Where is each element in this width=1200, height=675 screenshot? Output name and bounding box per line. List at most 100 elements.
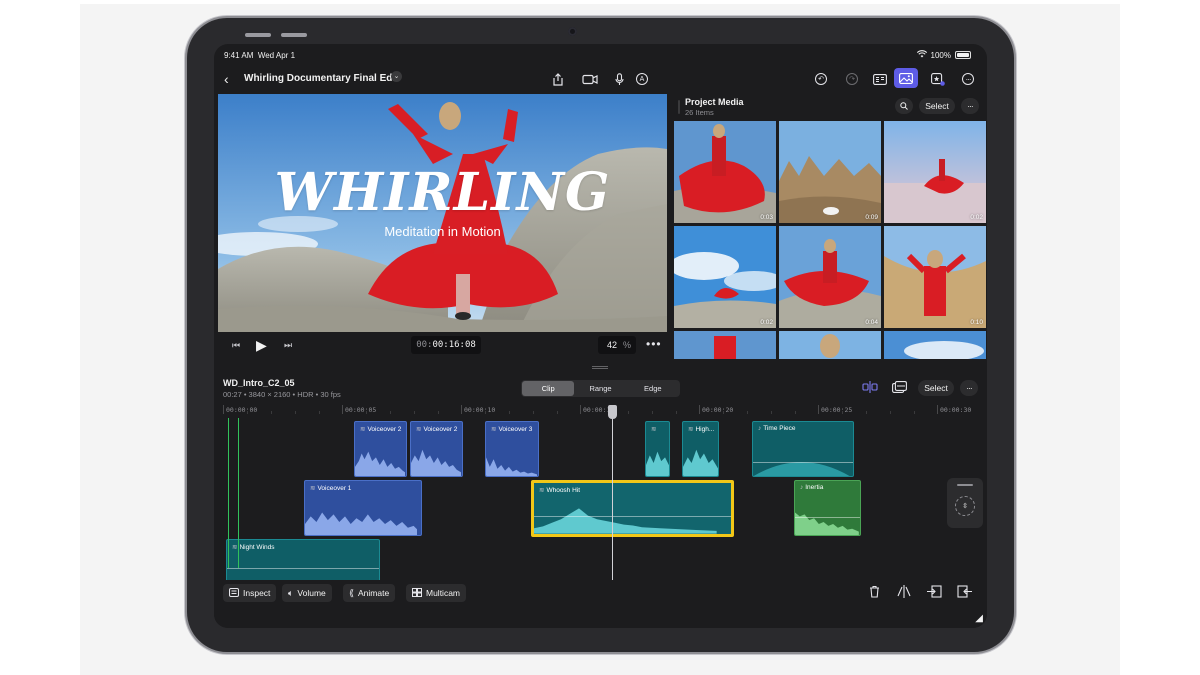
screen: 9:41 AM Wed Apr 1 100% ‹ Whirling Docume… [214,44,987,628]
timeline-select-button[interactable]: Select [918,380,954,396]
browser-select-button[interactable]: Select [919,98,955,114]
trash-icon[interactable] [869,585,880,601]
selected-clip-metadata: 00:27 • 3840 × 2160 • HDR • 30 fps [223,390,341,399]
thumbnail[interactable]: 0:10 [884,226,986,328]
animate-button[interactable]: ⟪ Animate [343,584,396,602]
inspector-icon[interactable] [871,70,889,88]
mode-range[interactable]: Range [574,381,626,396]
status-bar: 9:41 AM Wed Apr 1 100% [214,44,987,64]
waveform-icon: ≋ [539,487,545,494]
timeline-tracks[interactable]: ≋ Voiceover 2 ≋ Voiceover 2 ≋ Voiceover 3 ≋… [223,418,987,580]
timecode-display[interactable]: 00:00:16:08 [411,336,481,354]
mode-clip[interactable]: Clip [522,381,575,396]
thumbnail[interactable] [779,331,881,359]
jog-wheel[interactable]: ⇳ [947,478,983,528]
zoom-level[interactable]: 42% [598,336,636,354]
play-icon[interactable]: ▶ [256,337,267,354]
microphone-icon[interactable] [610,70,628,88]
status-time: 9:41 AM Wed Apr 1 [224,51,296,60]
camera-icon[interactable] [581,70,599,88]
waveform-icon: ≋ [416,426,422,433]
thumbnail[interactable]: 0:02 [884,121,986,223]
redo-icon[interactable]: ↷ [843,70,861,88]
playhead-handle[interactable] [608,405,617,419]
ruler-label: 00:00:20 [702,406,734,414]
title-card-subtitle: Meditation in Motion [384,224,501,239]
audio-clip[interactable]: ♪ Inertia [794,480,861,536]
audio-clip[interactable]: ♪ Time Piece [752,421,854,477]
thumbnail[interactable]: 0:02 [674,226,776,328]
media-browser: Project Media 26 Items Select ··· 0:03 0… [670,94,987,359]
inspect-icon [229,587,239,599]
search-icon[interactable] [895,98,913,114]
ruler-label: 00:00:00 [226,406,258,414]
resize-corner-icon: ◢ [975,613,983,624]
thumbnail[interactable]: 0:03 [674,121,776,223]
audio-clip-selected[interactable]: ≋ Whoosh Hit [531,480,734,537]
battery-percent: 100% [930,50,951,60]
more-icon[interactable]: ··· [959,70,977,88]
skip-forward-icon[interactable]: ⏭ [284,340,292,351]
title-card-text: WHIRLING [274,162,611,223]
animate-icon: ⟪ [349,587,355,598]
browser-handle [678,100,680,114]
status-right: 100% [916,50,971,60]
video-viewer[interactable]: WHIRLING Meditation in Motion [218,94,667,332]
thumbnail[interactable]: 0:04 [779,226,881,328]
ruler-label: 00:00:30 [940,406,972,414]
undo-icon[interactable]: ↶ [812,70,830,88]
audio-clip[interactable]: ≋ Voiceover 1 [304,480,422,536]
waveform-icon: ≋ [688,426,694,433]
split-clip-icon[interactable] [897,585,911,601]
edit-mode-control: Clip Range Edge [521,380,680,397]
volume-button-control[interactable]: 🔈︎ Volume [282,584,332,602]
jog-dial-icon[interactable]: ⇳ [955,496,975,516]
project-title[interactable]: Whirling Documentary Final Edit [244,73,398,84]
wifi-icon [916,50,927,60]
browser-title: Project Media [685,97,744,107]
timeline-ruler[interactable]: 00:00:00 00:00:05 00:00:10 00:00:15 00:0… [223,404,987,418]
split-resize-handle[interactable] [592,366,608,369]
clip-appearance-icon[interactable] [892,381,907,396]
waveform-icon: ≋ [651,426,657,433]
music-note-icon: ♪ [758,425,762,432]
detach-audio-icon[interactable] [927,585,942,601]
multicam-button[interactable]: Multicam [406,584,467,602]
audio-clip[interactable]: ≋ Night Winds [226,539,380,580]
thumbnail[interactable]: 0:09 [779,121,881,223]
multicam-icon [412,587,422,599]
audio-clip[interactable]: ≋ Voiceover 2 [354,421,407,477]
audio-clip[interactable]: ≋ Voiceover 3 [485,421,539,477]
top-toolbar: ‹ Whirling Documentary Final Edit ⌄ A ↶ … [214,66,987,92]
share-icon[interactable] [549,70,567,88]
snapping-icon[interactable] [862,381,878,396]
thumbnail[interactable] [884,331,986,359]
chevron-down-icon[interactable]: ⌄ [391,71,402,82]
back-chevron-icon[interactable]: ‹ [224,71,229,87]
browser-item-count: 26 Items [685,108,714,117]
waveform-icon: ≋ [232,544,238,551]
mode-edge[interactable]: Edge [627,381,679,396]
browser-more-icon[interactable]: ··· [961,98,979,114]
marker-line [238,418,239,568]
selected-clip-name: WD_Intro_C2_05 [223,378,295,388]
audio-clip[interactable]: ≋ High... [682,421,719,477]
front-camera [568,27,577,36]
skip-back-icon[interactable]: ⏮ [232,340,240,351]
pencil-icon[interactable]: A [633,70,651,88]
speaker-icon: 🔈︎ [288,587,294,598]
trim-edge-icon[interactable] [957,585,972,601]
effects-icon[interactable] [929,70,947,88]
waveform-icon: ≋ [360,426,366,433]
inspect-button[interactable]: Inspect [223,584,277,602]
audio-clip[interactable]: ≋ [645,421,670,477]
playhead[interactable] [612,407,613,582]
photos-icon[interactable] [894,68,918,88]
audio-clip[interactable]: ≋ Voiceover 2 [410,421,463,477]
thumbnail[interactable] [674,331,776,359]
music-note-icon: ♪ [800,484,804,491]
ruler-label: 00:00:25 [821,406,853,414]
timeline-more-icon[interactable]: ··· [960,380,978,396]
viewer-more-icon[interactable]: ••• [646,337,662,351]
volume-button [245,33,271,37]
